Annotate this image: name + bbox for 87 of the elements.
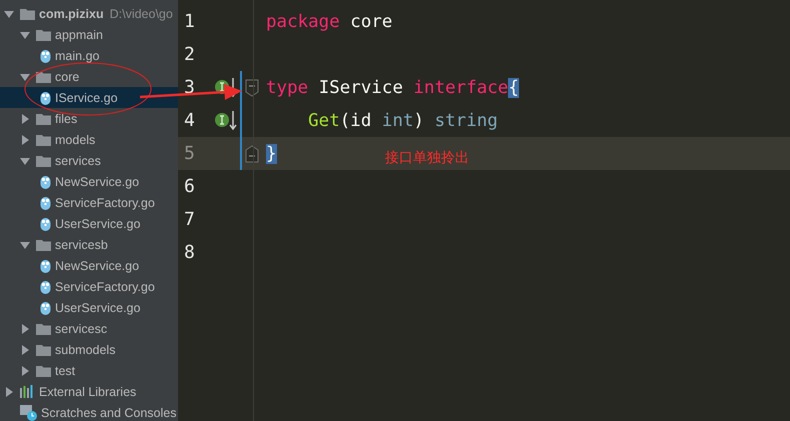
tree-item-label: ServiceFactory.go bbox=[55, 280, 155, 294]
folder-icon bbox=[36, 238, 51, 250]
expand-arrow-icon[interactable] bbox=[20, 240, 30, 250]
tree-item-label: ServiceFactory.go bbox=[55, 196, 155, 210]
tree-item-label: servicesc bbox=[55, 322, 108, 336]
tree-item-label: core bbox=[55, 70, 80, 84]
folder-icon bbox=[36, 70, 51, 82]
line-number: 3 bbox=[183, 77, 196, 98]
tree-item-label: servicesb bbox=[55, 238, 108, 252]
tree-item-label: submodels bbox=[55, 342, 116, 356]
folder-icon bbox=[36, 134, 51, 146]
fold-icon[interactable] bbox=[245, 78, 259, 96]
expand-arrow-icon[interactable] bbox=[20, 156, 30, 166]
gopher-icon bbox=[40, 216, 51, 230]
expand-arrow-icon[interactable] bbox=[4, 8, 14, 18]
tree-item-label: files bbox=[55, 112, 78, 126]
tree-item-label: UserService.go bbox=[55, 300, 140, 314]
tree-item[interactable]: NewService.go bbox=[0, 255, 178, 276]
tree-item-label: appmain bbox=[55, 28, 103, 42]
line-number: 8 bbox=[183, 242, 196, 263]
library-icon bbox=[20, 385, 35, 398]
tree-item[interactable]: files bbox=[0, 108, 178, 129]
fold-icon[interactable] bbox=[245, 144, 259, 162]
tree-item[interactable]: models bbox=[0, 129, 178, 150]
line-number: 4 bbox=[183, 110, 196, 131]
tree-item[interactable]: ServiceFactory.go bbox=[0, 276, 178, 297]
folder-icon bbox=[36, 322, 51, 334]
tree-item[interactable]: servicesc bbox=[0, 318, 178, 339]
tree-item-label: main.go bbox=[55, 48, 100, 62]
collapse-arrow-icon[interactable] bbox=[20, 344, 30, 354]
tree-item-label: Scratches and Consoles bbox=[41, 406, 176, 420]
tree-item[interactable]: servicesb bbox=[0, 234, 178, 255]
tree-item-label: com.pizixu bbox=[39, 6, 104, 20]
tree-item-label: models bbox=[55, 132, 96, 146]
tree-item[interactable]: NewService.go bbox=[0, 171, 178, 192]
tree-item[interactable]: submodels bbox=[0, 339, 178, 360]
tree-item[interactable]: services bbox=[0, 150, 178, 171]
gopher-icon bbox=[40, 174, 51, 188]
tree-item[interactable]: main.go bbox=[0, 45, 178, 66]
tree-item[interactable]: core bbox=[0, 66, 178, 87]
line-number: 2 bbox=[183, 44, 196, 65]
line-number: 6 bbox=[183, 176, 196, 197]
code-line: Get(id int) string bbox=[307, 110, 498, 130]
line-number: 1 bbox=[183, 11, 196, 32]
tree-item[interactable]: UserService.go bbox=[0, 213, 178, 234]
tree-item[interactable]: appmain bbox=[0, 24, 178, 45]
folder-icon bbox=[36, 344, 51, 356]
tree-item[interactable]: External Libraries bbox=[0, 381, 178, 402]
tree-item-label: IService.go bbox=[55, 90, 118, 104]
folder-icon bbox=[36, 154, 51, 166]
collapse-arrow-icon[interactable] bbox=[20, 134, 30, 144]
line-number: 7 bbox=[183, 209, 196, 230]
collapse-arrow-icon[interactable] bbox=[20, 366, 30, 376]
expand-arrow-icon[interactable] bbox=[20, 30, 30, 40]
tree-item-label: test bbox=[55, 364, 76, 378]
tree-item-label: External Libraries bbox=[39, 384, 136, 398]
implementation-icon[interactable] bbox=[214, 110, 238, 132]
gopher-icon bbox=[40, 48, 51, 62]
collapse-arrow-icon[interactable] bbox=[4, 386, 14, 396]
folder-icon bbox=[36, 364, 51, 376]
tree-item[interactable]: com.pizixu D:\video\go bbox=[0, 3, 178, 24]
tree-item[interactable]: Scratches and Consoles bbox=[0, 402, 178, 421]
gopher-icon bbox=[40, 196, 51, 210]
project-path: D:\video\go bbox=[110, 6, 173, 20]
line-number: 5 bbox=[183, 143, 196, 164]
code-line: type IService interface{ bbox=[266, 78, 519, 98]
gopher-icon bbox=[40, 258, 51, 272]
gopher-icon bbox=[40, 300, 51, 314]
annotation-note: 接口单独拎出 bbox=[385, 149, 469, 167]
tree-item-label: NewService.go bbox=[55, 174, 140, 188]
folder-icon bbox=[36, 28, 51, 40]
tree-item-label: UserService.go bbox=[55, 216, 140, 230]
folder-icon bbox=[20, 8, 35, 20]
gopher-icon bbox=[40, 90, 51, 104]
scratches-icon bbox=[20, 404, 37, 420]
gopher-icon bbox=[40, 280, 51, 294]
tree-item[interactable]: ServiceFactory.go bbox=[0, 192, 178, 213]
tree-item[interactable]: test bbox=[0, 360, 178, 381]
folder-icon bbox=[36, 112, 51, 124]
tree-item[interactable]: IService.go bbox=[0, 87, 178, 108]
collapse-arrow-icon[interactable] bbox=[20, 324, 30, 334]
collapse-arrow-icon[interactable] bbox=[20, 114, 30, 124]
code-line: package core bbox=[266, 12, 392, 32]
tree-item-label: services bbox=[55, 154, 101, 168]
expand-arrow-icon[interactable] bbox=[20, 72, 30, 82]
tree-item[interactable]: UserService.go bbox=[0, 297, 178, 318]
tree-item-label: NewService.go bbox=[55, 258, 140, 272]
